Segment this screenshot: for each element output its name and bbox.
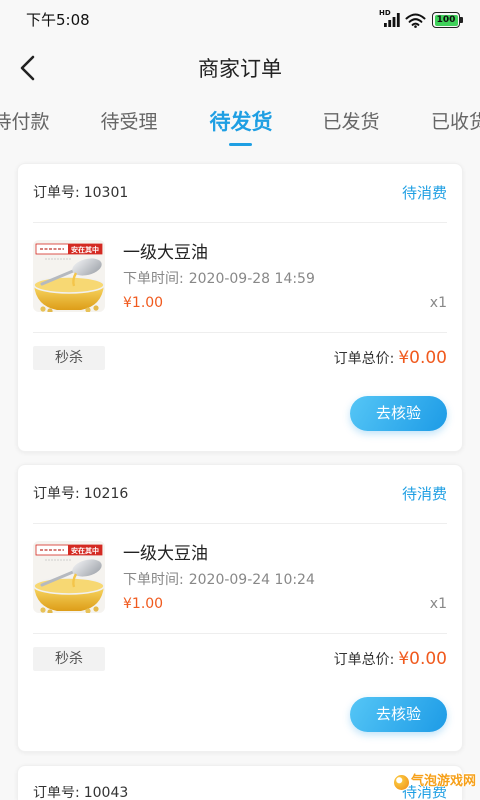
order-card[interactable]: 订单号: 10301 待消费 安在其中 一级大豆油 下单时间: 2020-09-28… [17,163,463,452]
watermark: 气泡游戏网 [393,770,480,796]
tab-pending-payment[interactable]: 待付款 [0,106,66,138]
order-total-amount: ¥0.00 [398,348,447,368]
order-total: 订单总价: ¥0.00 [334,647,447,672]
product-image: 安在其中 [33,240,105,312]
order-time-label: 下单时间: [123,572,184,588]
promo-tag: 秒杀 [33,647,105,671]
divider [33,332,447,333]
promo-tag: 秒杀 [33,346,105,370]
page-title: 商家订单 [198,57,282,81]
order-time-value: 2020-09-24 10:24 [188,572,315,588]
product-quantity: x1 [429,596,447,612]
product-price: ¥1.00 [123,596,164,612]
verify-button[interactable]: 去核验 [350,396,447,431]
order-number-label: 订单号: [33,185,80,201]
divider [33,523,447,524]
order-card[interactable]: 订单号: 10216 待消费 安在其中 一级大豆油 下单时间: 2020-09-24… [17,464,463,752]
product-image: 安在其中 [33,541,105,613]
status-time: 下午5:08 [26,11,90,29]
order-time: 下单时间: 2020-09-24 10:24 [123,570,315,590]
product-price: ¥1.00 [123,295,164,311]
product-quantity: x1 [429,295,447,311]
battery-level: 100 [434,14,458,26]
order-status: 待消费 [401,485,447,503]
order-number: 订单号: 10216 [33,484,128,504]
order-number-value: 10301 [83,185,129,201]
order-number-value: 10043 [83,786,129,800]
order-number-label: 订单号: [33,486,80,502]
order-status-tabs: 待付款 待受理 待发货 已发货 已收货 [0,104,480,148]
tab-pending-acceptance[interactable]: 待受理 [84,106,174,138]
active-tab-indicator [229,143,252,146]
order-total-label: 订单总价: [333,652,395,668]
tab-shipped[interactable]: 已发货 [306,106,396,138]
bubble-logo-icon [393,774,410,791]
product-name: 一级大豆油 [123,243,208,263]
verify-button[interactable]: 去核验 [350,697,447,732]
battery-icon: 100 [432,12,460,28]
wifi-icon [405,13,426,28]
product-image-label: 安在其中 [71,546,99,555]
tab-received[interactable]: 已收货 [431,106,480,138]
order-total-amount: ¥0.00 [398,649,447,669]
battery-nub [460,17,463,23]
order-total-label: 订单总价: [333,351,395,367]
watermark-text: 气泡游戏网 [411,774,477,789]
divider [33,633,447,634]
order-time: 下单时间: 2020-09-28 14:59 [123,269,315,289]
order-time-value: 2020-09-28 14:59 [188,271,315,287]
order-time-label: 下单时间: [123,271,184,287]
order-status: 待消费 [401,184,447,202]
product-name: 一级大豆油 [123,544,208,564]
tab-pending-shipment[interactable]: 待发货 [196,106,286,138]
order-number-value: 10216 [83,486,129,502]
order-number: 订单号: 10301 [33,183,128,203]
divider [33,222,447,223]
order-number-label: 订单号: [33,786,80,800]
order-total: 订单总价: ¥0.00 [334,346,447,371]
order-number: 订单号: 10043 [33,786,128,800]
product-image-label: 安在其中 [71,245,99,254]
signal-icon [384,13,400,27]
